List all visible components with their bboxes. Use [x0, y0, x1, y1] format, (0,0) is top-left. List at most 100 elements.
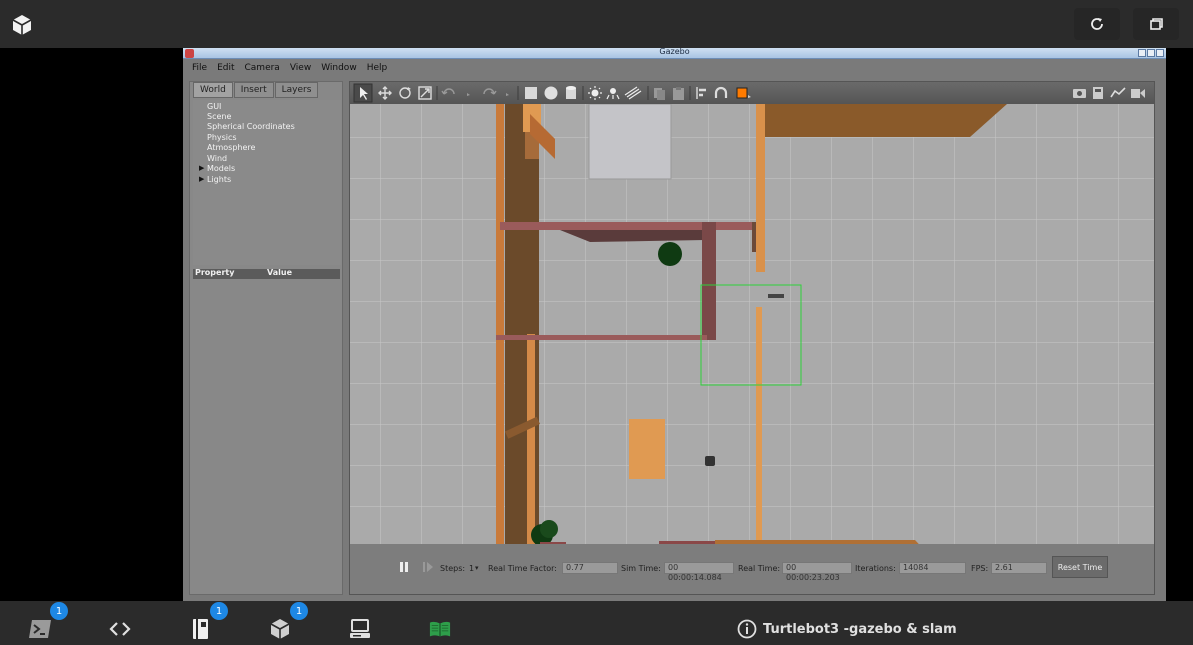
- copy-icon[interactable]: [654, 88, 665, 100]
- redo-icon[interactable]: [483, 88, 497, 95]
- wood-crate: [629, 419, 665, 479]
- wood-table: [764, 104, 1007, 137]
- tree-item-gui[interactable]: GUI: [207, 102, 221, 111]
- package-cube-icon: [270, 619, 290, 639]
- real-time-field: 00 00:00:23.203: [782, 562, 852, 582]
- desktop-button[interactable]: [349, 618, 371, 640]
- package-badge: 1: [290, 602, 308, 620]
- video-icon[interactable]: [1131, 89, 1145, 98]
- expand-arrow-icon[interactable]: ▶: [199, 175, 204, 183]
- top-bar: [0, 0, 1193, 48]
- color-icon[interactable]: [736, 87, 751, 99]
- terminal-icon: [29, 620, 51, 638]
- tab-insert[interactable]: Insert: [233, 82, 274, 98]
- bottom-taskbar: 1 1 1 Turtlebot3 -gazebo & slam: [0, 601, 1193, 645]
- spot-light-icon[interactable]: [606, 88, 620, 100]
- tab-world[interactable]: World: [193, 82, 233, 98]
- align-icon[interactable]: [696, 87, 706, 99]
- scale-icon[interactable]: [418, 86, 432, 100]
- sim-time-field: 00 00:00:14.084: [664, 562, 734, 582]
- menu-file[interactable]: File: [192, 63, 207, 73]
- reset-time-button[interactable]: Reset Time: [1052, 556, 1108, 578]
- refresh-icon: [1091, 18, 1103, 30]
- iterations-field: 14084: [899, 562, 966, 574]
- tree-item-physics[interactable]: Physics: [207, 133, 237, 142]
- tree-item-spherical-coordinates[interactable]: Spherical Coordinates: [207, 122, 295, 131]
- undo-icon[interactable]: [441, 88, 455, 95]
- snap-icon[interactable]: [714, 86, 728, 98]
- record-log-icon[interactable]: [1093, 87, 1103, 99]
- paste-icon[interactable]: [673, 87, 684, 100]
- menu-view[interactable]: View: [290, 63, 311, 73]
- plot-icon[interactable]: [1110, 87, 1126, 98]
- value-column-header: Value: [267, 268, 293, 277]
- task-title: Turtlebot3 -gazebo & slam: [737, 619, 957, 639]
- close-button[interactable]: [1156, 49, 1164, 57]
- steps-value[interactable]: 1: [469, 564, 474, 573]
- iterations-label: Iterations:: [855, 564, 896, 573]
- fps-label: FPS:: [971, 564, 989, 573]
- terminal-button[interactable]: [29, 618, 51, 640]
- menu-bar: File Edit Camera View Window Help: [183, 59, 1166, 76]
- step-icon[interactable]: [422, 561, 436, 573]
- window-titlebar[interactable]: Gazebo: [183, 47, 1166, 59]
- tree-item-atmosphere[interactable]: Atmosphere: [207, 143, 255, 152]
- instructions-button[interactable]: [429, 618, 451, 640]
- menu-window[interactable]: Window: [321, 63, 357, 73]
- wood-post: [756, 307, 762, 544]
- rtf-label: Real Time Factor:: [488, 564, 557, 573]
- pause-icon[interactable]: [398, 561, 410, 573]
- windows-icon: [1150, 18, 1163, 30]
- cylinder-icon[interactable]: [566, 86, 576, 99]
- menu-edit[interactable]: Edit: [217, 63, 234, 73]
- info-icon[interactable]: [737, 619, 757, 639]
- code-editor-button[interactable]: [109, 618, 131, 640]
- ground-grid: [350, 104, 1154, 544]
- green-barrel: [658, 242, 682, 266]
- rtf-field: 0.77: [562, 562, 618, 574]
- rotate-icon[interactable]: [399, 87, 411, 99]
- scene-toolbar: [350, 82, 1154, 104]
- concrete-block: [588, 104, 672, 180]
- window-toggle-button[interactable]: [1133, 8, 1179, 40]
- open-book-icon: [429, 621, 451, 637]
- brick-wall: [496, 335, 707, 340]
- gazebo-window: Gazebo File Edit Camera View Window Help…: [183, 47, 1166, 601]
- maximize-button[interactable]: [1147, 49, 1155, 57]
- tree-item-scene[interactable]: Scene: [207, 112, 231, 121]
- box-icon[interactable]: [525, 87, 537, 99]
- menu-camera[interactable]: Camera: [245, 63, 280, 73]
- directional-light-icon[interactable]: [624, 86, 642, 100]
- menu-help[interactable]: Help: [367, 63, 388, 73]
- wall-segment: [496, 104, 504, 544]
- minimize-button[interactable]: [1138, 49, 1146, 57]
- screenshot-icon[interactable]: [1073, 89, 1086, 98]
- 3d-scene-render[interactable]: [350, 104, 1154, 544]
- app-logo-cube-icon[interactable]: [10, 13, 34, 37]
- package-button[interactable]: [269, 618, 291, 640]
- tab-layers[interactable]: Layers: [274, 82, 319, 98]
- task-title-text: Turtlebot3 -gazebo & slam: [763, 621, 957, 637]
- real-time-label: Real Time:: [738, 564, 781, 573]
- steps-dropdown-icon[interactable]: ▾: [475, 564, 479, 572]
- refresh-button[interactable]: [1074, 8, 1120, 40]
- translate-icon[interactable]: [378, 86, 392, 100]
- scene-viewport[interactable]: Steps: 1 ▾ Real Time Factor: 0.77 Sim Ti…: [349, 81, 1155, 595]
- world-tree: GUI Scene Spherical Coordinates Physics …: [193, 100, 341, 265]
- tree-item-lights[interactable]: Lights: [207, 175, 231, 184]
- point-light-icon[interactable]: [588, 86, 602, 100]
- steps-label: Steps:: [440, 564, 466, 573]
- expand-arrow-icon[interactable]: ▶: [199, 164, 204, 172]
- wall-segment: [527, 334, 535, 544]
- brick-wall: [500, 222, 763, 230]
- tree-item-wind[interactable]: Wind: [207, 154, 227, 163]
- computer-icon: [350, 619, 370, 638]
- brick-wall: [702, 222, 716, 340]
- window-title: Gazebo: [659, 47, 690, 56]
- time-panel: Steps: 1 ▾ Real Time Factor: 0.77 Sim Ti…: [350, 544, 1154, 594]
- tree-item-models[interactable]: Models: [207, 164, 235, 173]
- sphere-icon[interactable]: [544, 86, 558, 100]
- property-column-header: Property: [195, 268, 235, 277]
- sim-time-label: Sim Time:: [621, 564, 661, 573]
- notebook-button[interactable]: [189, 618, 211, 640]
